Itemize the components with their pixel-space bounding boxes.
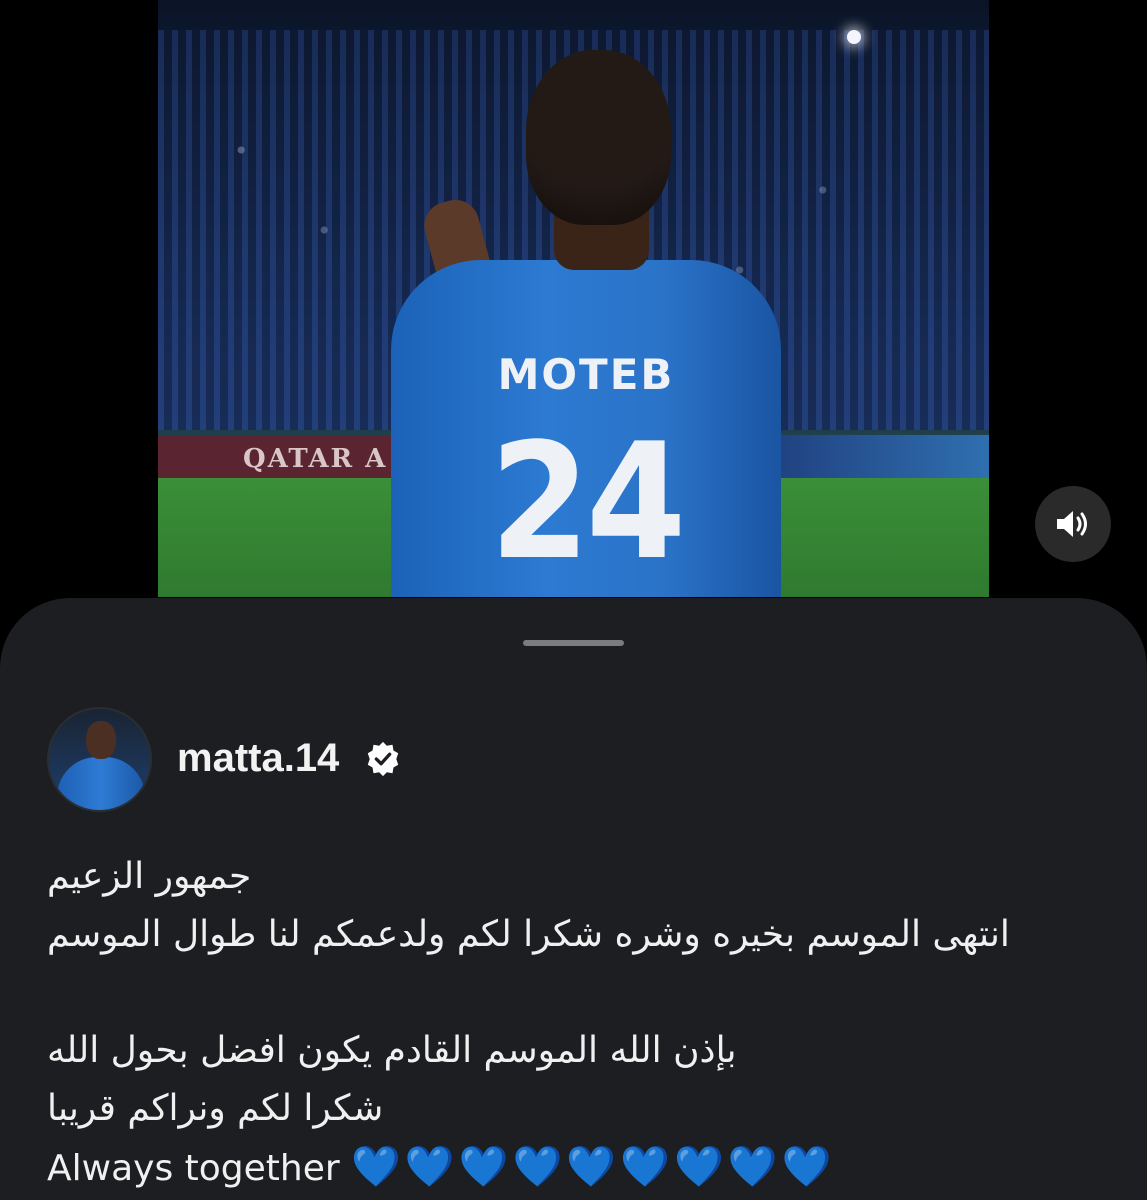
player-head [526, 50, 671, 225]
caption-line: Always together 💙💙💙💙💙💙💙💙💙 [47, 1138, 1047, 1196]
avatar-body [57, 757, 145, 810]
blue-heart-icons: 💙💙💙💙💙💙💙💙💙 [351, 1144, 836, 1190]
username[interactable]: matta.14 [177, 736, 339, 781]
avatar[interactable] [47, 707, 152, 812]
post-caption: جمهور الزعيم انتهى الموسم بخيره وشره شكر… [47, 848, 1047, 1196]
verified-badge-icon [367, 741, 399, 777]
player-figure: MOTEB 24 [386, 50, 786, 597]
mute-toggle-button[interactable] [1035, 486, 1111, 562]
advertising-board-text: QATAR A [243, 444, 388, 474]
avatar-head [86, 721, 116, 759]
stadium-light [847, 30, 861, 44]
post-photo[interactable]: QATAR A MOTEB 24 [158, 0, 989, 597]
caption-line: جمهور الزعيم [47, 856, 252, 897]
sheet-drag-handle[interactable] [523, 640, 624, 646]
caption-line: انتهى الموسم بخيره وشره شكرا لكم ولدعمكم… [47, 914, 1010, 955]
jersey-number: 24 [489, 408, 686, 595]
caption-line: شكرا لكم ونراكم قريبا [47, 1088, 384, 1129]
caption-line: بإذن الله الموسم القادم يكون افضل بحول ا… [47, 1030, 737, 1071]
comments-sheet[interactable]: matta.14 جمهور الزعيم انتهى الموسم بخيره… [0, 598, 1147, 1200]
jersey-name: MOTEB [497, 350, 675, 399]
caption-text: Always together [47, 1148, 340, 1189]
speaker-volume-icon [1057, 511, 1087, 537]
